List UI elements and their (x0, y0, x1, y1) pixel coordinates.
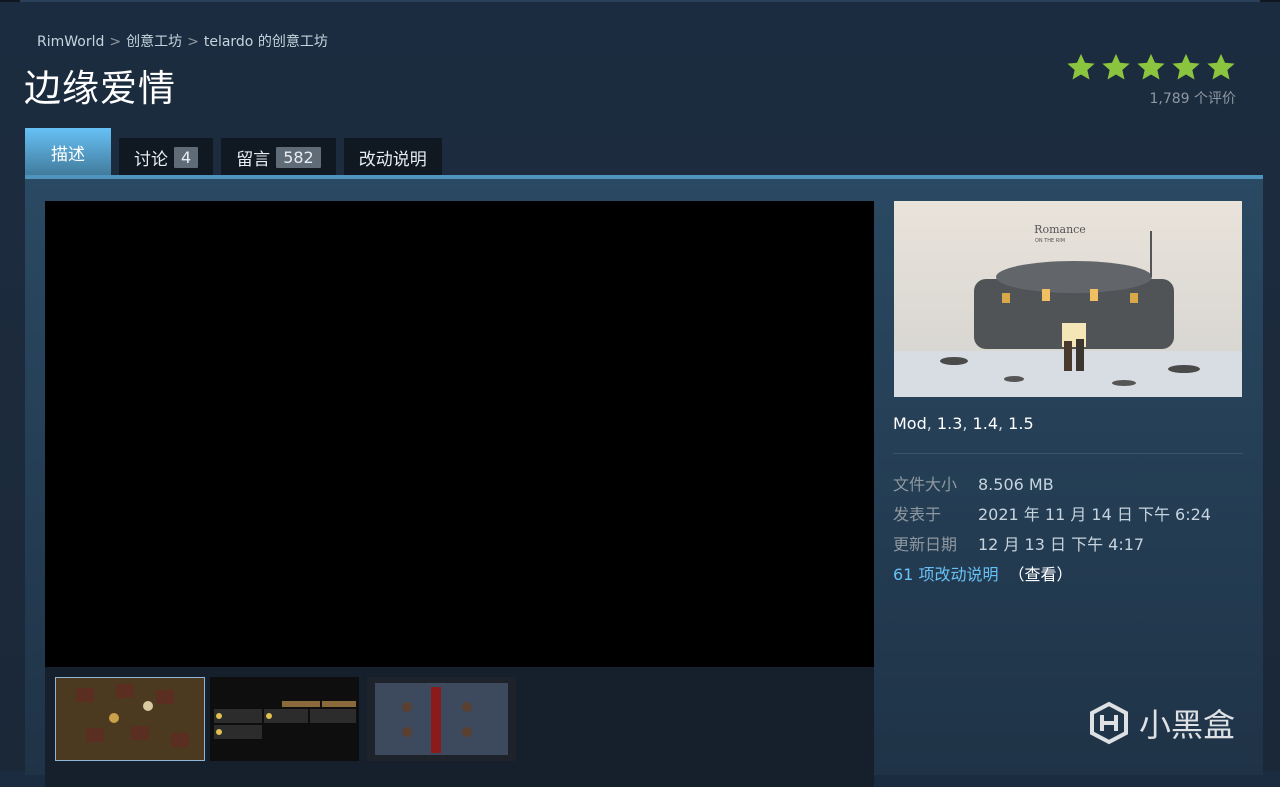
breadcrumb-game[interactable]: RimWorld (37, 34, 104, 50)
tab-label: 描述 (51, 144, 85, 165)
xiaoheihe-logo-icon (1090, 701, 1128, 745)
tab-count-badge: 582 (276, 146, 321, 168)
tab-bar: 描述 讨论 4 留言 582 改动说明 (25, 128, 450, 176)
updated-value: 12 月 13 日 下午 4:17 (978, 535, 1145, 554)
rating-count: 1,789 个评价 (1149, 91, 1236, 107)
watermark-text: 小黑盒 (1139, 706, 1236, 744)
media-thumbnail[interactable] (210, 677, 359, 761)
star-icon (1067, 53, 1095, 80)
tab-discussions[interactable]: 讨论 4 (119, 138, 214, 176)
posted-label: 发表于 (893, 505, 942, 524)
star-icon (1102, 53, 1130, 80)
top-border (0, 0, 1280, 2)
video-player[interactable] (45, 201, 874, 667)
tab-label: 讨论 (134, 149, 168, 170)
preview-title: Romance (1034, 223, 1086, 236)
tab-label: 留言 (236, 149, 271, 170)
posted-row: 发表于 2021 年 11 月 14 日 下午 6:24 (893, 501, 1211, 525)
tag-mod[interactable]: Mod (893, 414, 927, 433)
rating: 1,789 个评价 (1054, 52, 1236, 108)
breadcrumb: RimWorld > 创意工坊 > telardo 的创意工坊 (37, 34, 328, 50)
updated-row: 更新日期 12 月 13 日 下午 4:17 (893, 531, 1144, 555)
page-title: 边缘爱情 (24, 67, 176, 110)
breadcrumb-author[interactable]: telardo 的创意工坊 (204, 34, 328, 50)
tag-version[interactable]: 1.4 (973, 414, 998, 433)
star-icon (1207, 53, 1235, 80)
tab-comments[interactable]: 留言 582 (221, 138, 336, 176)
tag-version[interactable]: 1.5 (1008, 414, 1033, 433)
rating-stars (1054, 52, 1236, 82)
updated-label: 更新日期 (893, 535, 958, 554)
breadcrumb-workshop[interactable]: 创意工坊 (126, 34, 182, 50)
watermark: 小黑盒 (1087, 700, 1235, 746)
tags: Mod, 1.3, 1.4, 1.5 (893, 414, 1034, 433)
media-thumbnail-strip (45, 667, 874, 787)
star-icon (1137, 53, 1165, 80)
ui-panel-thumbnail (210, 677, 359, 761)
media-thumbnail[interactable] (367, 677, 516, 761)
media-thumbnail[interactable] (55, 677, 205, 761)
file-size-row: 文件大小 8.506 MB (893, 471, 1054, 495)
game-scene-thumbnail (56, 678, 204, 760)
wedding-hall-thumbnail (367, 677, 516, 761)
posted-value: 2021 年 11 月 14 日 下午 6:24 (978, 505, 1211, 524)
file-size-label: 文件大小 (893, 475, 958, 494)
preview-subtitle: ON THE RIM (1034, 238, 1066, 244)
file-size-value: 8.506 MB (978, 475, 1054, 494)
change-notes-link[interactable]: 61 项改动说明 (893, 565, 998, 584)
tab-count-badge: 4 (174, 146, 199, 168)
tab-label: 改动说明 (358, 149, 427, 170)
tab-description[interactable]: 描述 (25, 128, 111, 176)
divider (893, 453, 1243, 454)
change-notes-row: 61 项改动说明 （查看） (893, 561, 1072, 585)
star-icon (1172, 53, 1200, 80)
view-change-notes-link[interactable]: （查看） (1008, 565, 1072, 584)
tab-change-notes[interactable]: 改动说明 (343, 138, 442, 176)
content-panel: Romance ON THE RIM Mod, 1.3, 1.4, 1.5 文件… (25, 175, 1263, 787)
tag-version[interactable]: 1.3 (937, 414, 962, 433)
